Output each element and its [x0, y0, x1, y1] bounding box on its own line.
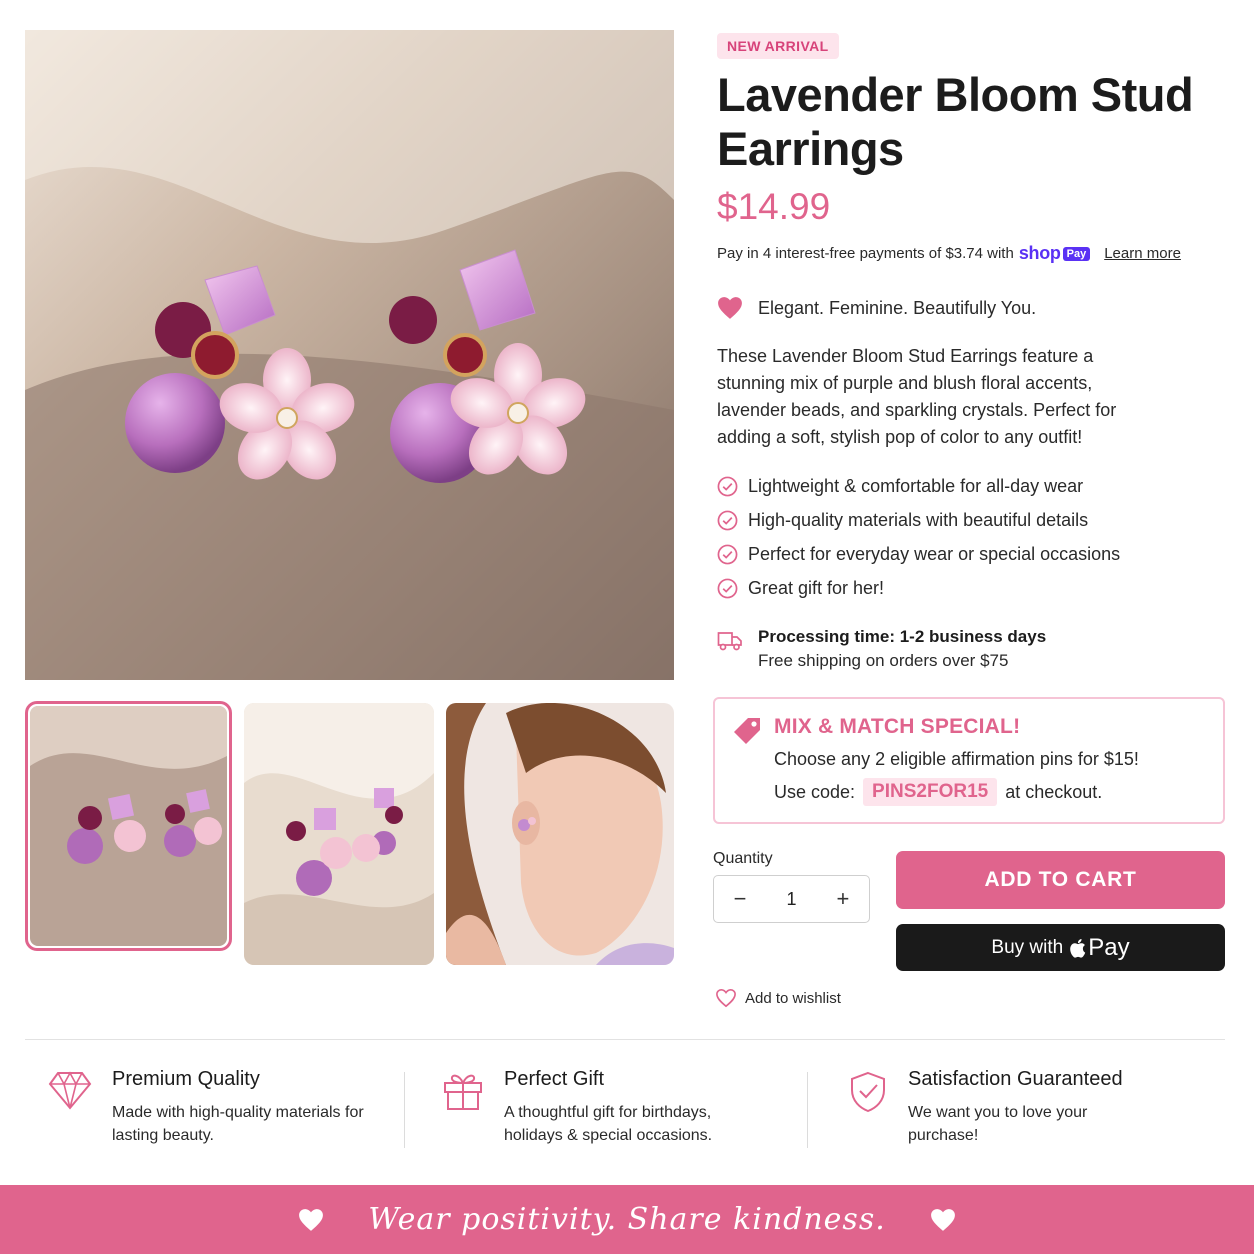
thumbnail-1[interactable]: [25, 701, 232, 951]
feature-item: Great gift for her!: [717, 571, 1120, 605]
learn-more-link[interactable]: Learn more: [1104, 245, 1181, 262]
vertical-divider: [807, 1072, 808, 1148]
promo-code[interactable]: PINS2FOR15: [863, 778, 998, 806]
apple-icon: [1070, 938, 1086, 958]
pay-word: Pay: [1088, 933, 1130, 961]
highlight-perfect-gift: Perfect Gift A thoughtful gift for birth…: [442, 1068, 754, 1147]
add-to-cart-button[interactable]: ADD TO CART: [896, 851, 1225, 909]
footer-banner: Wear positivity. Share kindness.: [0, 1185, 1254, 1254]
promo-code-row: Use code: PINS2FOR15 at checkout.: [774, 778, 1102, 806]
highlight-premium-quality: Premium Quality Made with high-quality m…: [48, 1068, 377, 1147]
check-circle-icon: [717, 510, 738, 530]
promo-title: MIX & MATCH SPECIAL!: [774, 715, 1021, 738]
check-circle-icon: [717, 544, 738, 564]
truck-icon: [717, 632, 742, 651]
installment-row: Pay in 4 interest-free payments of $3.74…: [717, 243, 1181, 264]
quantity-increase-button[interactable]: +: [833, 886, 853, 912]
heart-icon: [718, 297, 742, 319]
footer-slogan: Wear positivity. Share kindness.: [368, 1202, 886, 1237]
product-description: These Lavender Bloom Stud Earrings featu…: [717, 346, 1117, 447]
tag-icon: [734, 718, 760, 744]
feature-item: Lightweight & comfortable for all-day we…: [717, 469, 1120, 503]
new-arrival-badge: NEW ARRIVAL: [717, 33, 839, 59]
shipping-info: Processing time: 1-2 business days Free …: [717, 626, 1046, 674]
add-to-wishlist-link[interactable]: Add to wishlist: [715, 988, 841, 1008]
diamond-icon: [48, 1071, 92, 1110]
vertical-divider: [404, 1072, 405, 1148]
tagline: Elegant. Feminine. Beautifully You.: [717, 296, 1036, 320]
gift-icon: [444, 1074, 482, 1110]
promo-text: Choose any 2 eligible affirmation pins f…: [774, 749, 1139, 769]
apple-pay-button[interactable]: Buy with Pay: [896, 924, 1225, 971]
product-price: $14.99: [717, 186, 831, 227]
quantity-value[interactable]: 1: [786, 889, 796, 910]
heart-icon: [930, 1208, 955, 1231]
feature-item: Perfect for everyday wear or special occ…: [717, 537, 1120, 571]
highlight-satisfaction-guaranteed: Satisfaction Guaranteed We want you to l…: [848, 1068, 1128, 1147]
check-circle-icon: [717, 578, 738, 598]
tagline-text: Elegant. Feminine. Beautifully You.: [758, 297, 1037, 318]
heart-icon: [299, 1208, 324, 1231]
main-product-image: [25, 30, 674, 680]
quantity-label: Quantity: [713, 850, 773, 867]
shop-pay-badge: Pay: [1062, 246, 1091, 261]
quantity-stepper: − 1 +: [713, 875, 870, 923]
quantity-decrease-button[interactable]: −: [730, 886, 750, 912]
heart-outline-icon: [716, 988, 736, 1008]
feature-list: Lightweight & comfortable for all-day we…: [717, 469, 1120, 605]
section-divider: [25, 1039, 1225, 1040]
buy-with-label: Buy with: [991, 936, 1064, 958]
shop-pay-logo: shop: [1018, 243, 1061, 263]
feature-item: High-quality materials with beautiful de…: [717, 503, 1120, 537]
check-circle-icon: [717, 476, 738, 496]
thumbnail-2[interactable]: [244, 703, 434, 965]
promo-box: MIX & MATCH SPECIAL! Choose any 2 eligib…: [713, 697, 1225, 824]
installment-text: Pay in 4 interest-free payments of $3.74…: [717, 245, 1014, 262]
shield-check-icon: [851, 1071, 885, 1113]
product-title: Lavender Bloom Stud Earrings: [717, 68, 1194, 175]
processing-time: Processing time: 1-2 business days: [758, 627, 1047, 646]
free-shipping-note: Free shipping on orders over $75: [758, 651, 1009, 670]
thumbnail-3-model[interactable]: [446, 703, 674, 965]
